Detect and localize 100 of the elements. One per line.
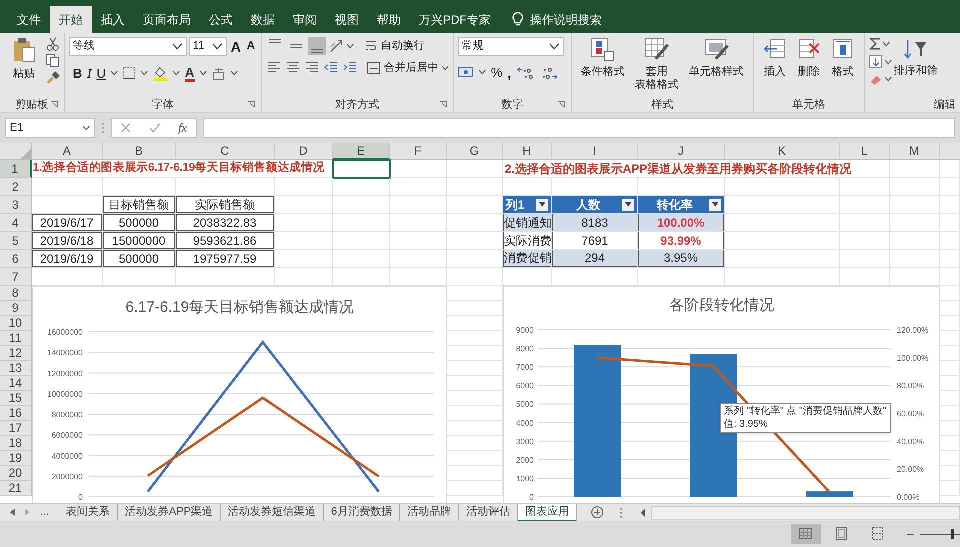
ribbon-tab[interactable]: 公式: [200, 6, 242, 33]
paintbrush-icon[interactable]: [46, 71, 60, 85]
spreadsheet-cell[interactable]: [940, 160, 960, 178]
spreadsheet-cell[interactable]: [725, 214, 840, 232]
select-all-corner[interactable]: [0, 143, 32, 160]
style-button[interactable]: 单元格样式: [684, 37, 750, 97]
column-header[interactable]: I: [552, 143, 638, 160]
row-header[interactable]: 3: [0, 196, 32, 214]
caret-icon[interactable]: [347, 44, 354, 48]
spreadsheet-cell[interactable]: 294: [552, 250, 638, 268]
cells-button[interactable]: 格式: [826, 37, 860, 97]
lightbulb-icon[interactable]: [512, 12, 524, 27]
style-button[interactable]: 条件格式: [576, 37, 630, 97]
zoom-slider[interactable]: [920, 527, 960, 541]
spreadsheet-cell[interactable]: [840, 232, 890, 250]
style-button[interactable]: 套用 表格格式: [630, 37, 684, 97]
row-header[interactable]: 2: [0, 178, 32, 196]
column-header[interactable]: K: [725, 143, 840, 160]
caret-icon[interactable]: [200, 71, 207, 76]
spreadsheet-cell[interactable]: [890, 214, 940, 232]
ribbon-tab[interactable]: 万兴PDF专家: [410, 6, 500, 33]
spreadsheet-cell[interactable]: [840, 178, 890, 196]
spreadsheet-cell[interactable]: [390, 160, 447, 178]
ribbon-tab[interactable]: 帮助: [368, 6, 410, 33]
spreadsheet-cell[interactable]: [275, 196, 333, 214]
column-header[interactable]: M: [890, 143, 940, 160]
align-icon[interactable]: [308, 37, 326, 55]
spreadsheet-cell[interactable]: 3.95%: [638, 250, 725, 268]
column-header[interactable]: C: [176, 143, 275, 160]
ribbon-tab[interactable]: 页面布局: [134, 6, 200, 33]
spreadsheet-cell[interactable]: [940, 178, 960, 196]
caret-icon[interactable]: [885, 60, 892, 64]
spreadsheet-cell[interactable]: [275, 250, 333, 268]
filter-dropdown-button[interactable]: [622, 198, 634, 210]
scroll-left-icon[interactable]: [639, 508, 648, 518]
row-header[interactable]: 5: [0, 232, 32, 250]
spreadsheet-cell[interactable]: 500000: [103, 250, 176, 268]
ribbon-tab[interactable]: 视图: [326, 6, 368, 33]
caret-icon[interactable]: [141, 71, 148, 76]
caret-icon[interactable]: [479, 70, 486, 76]
scissors-icon[interactable]: [46, 37, 60, 51]
spreadsheet-cell[interactable]: [725, 178, 840, 196]
increase-decimal-icon[interactable]: [516, 66, 535, 80]
row-header[interactable]: 8: [0, 286, 32, 301]
spreadsheet-cell[interactable]: 1975977.59: [176, 250, 275, 268]
chevron-icon[interactable]: [549, 43, 560, 50]
border-icon[interactable]: [123, 67, 136, 80]
font-size-dropdown[interactable]: 11: [189, 37, 227, 56]
column-header[interactable]: D: [275, 143, 333, 160]
caret-icon[interactable]: [173, 71, 180, 76]
spreadsheet-cell[interactable]: [890, 178, 940, 196]
filter-dropdown-button[interactable]: [709, 198, 721, 210]
row-header[interactable]: 19: [0, 451, 32, 466]
splitter-icon[interactable]: [620, 506, 624, 518]
launcher-icon[interactable]: [248, 101, 256, 108]
font-name-dropdown[interactable]: 等线: [69, 37, 187, 56]
filter-dropdown-button[interactable]: [536, 198, 548, 210]
row-header[interactable]: 16: [0, 406, 32, 421]
currency-icon[interactable]: [458, 66, 474, 80]
spreadsheet-cell[interactable]: [890, 232, 940, 250]
spreadsheet-cell[interactable]: [103, 178, 176, 196]
bold-button[interactable]: B: [73, 64, 82, 84]
spreadsheet-cell[interactable]: [890, 196, 940, 214]
row-header[interactable]: 20: [0, 466, 32, 481]
wrap-text-button[interactable]: 自动换行: [365, 38, 426, 54]
column-header[interactable]: H: [503, 143, 552, 160]
spreadsheet-cell[interactable]: [725, 196, 840, 214]
spreadsheet-cell[interactable]: [333, 214, 390, 232]
spreadsheet-cell[interactable]: [32, 196, 103, 214]
launcher-icon[interactable]: [558, 101, 566, 108]
spreadsheet-cell[interactable]: [275, 232, 333, 250]
spreadsheet-cell[interactable]: [725, 250, 840, 268]
spreadsheet-cell[interactable]: [32, 178, 103, 196]
italic-button[interactable]: I: [87, 64, 92, 84]
row-header[interactable]: 13: [0, 361, 32, 376]
spreadsheet-cell[interactable]: [890, 160, 940, 178]
chevron-icon[interactable]: [172, 43, 183, 50]
cancel-icon[interactable]: [120, 123, 131, 133]
scroll-left-icon[interactable]: [10, 509, 15, 516]
row-header[interactable]: 17: [0, 421, 32, 436]
row-header[interactable]: 11: [0, 331, 32, 346]
spreadsheet-cell[interactable]: [390, 214, 447, 232]
increase-font-button[interactable]: A: [229, 40, 244, 54]
spreadsheet-cell[interactable]: 人数: [552, 196, 638, 214]
column-header[interactable]: B: [103, 143, 176, 160]
row-header[interactable]: 21: [0, 481, 32, 496]
spreadsheet-cell[interactable]: [333, 160, 390, 178]
spreadsheet-cell[interactable]: [447, 268, 503, 286]
font-color-button[interactable]: A: [185, 66, 195, 82]
spreadsheet-cell[interactable]: [447, 160, 503, 178]
spreadsheet-cell[interactable]: 9593621.86: [176, 232, 275, 250]
spreadsheet-cell[interactable]: [447, 178, 503, 196]
scroll-right-icon[interactable]: [25, 509, 30, 516]
spreadsheet-cell[interactable]: [890, 250, 940, 268]
spreadsheet-cell[interactable]: [940, 232, 960, 250]
sort-filter-button[interactable]: 排序和筛: [894, 37, 938, 97]
cells-button[interactable]: 删除: [792, 37, 826, 97]
ribbon-tab[interactable]: 文件: [8, 6, 50, 33]
sheet-tab[interactable]: 图表应用: [518, 504, 578, 522]
column-header[interactable]: F: [390, 143, 447, 160]
